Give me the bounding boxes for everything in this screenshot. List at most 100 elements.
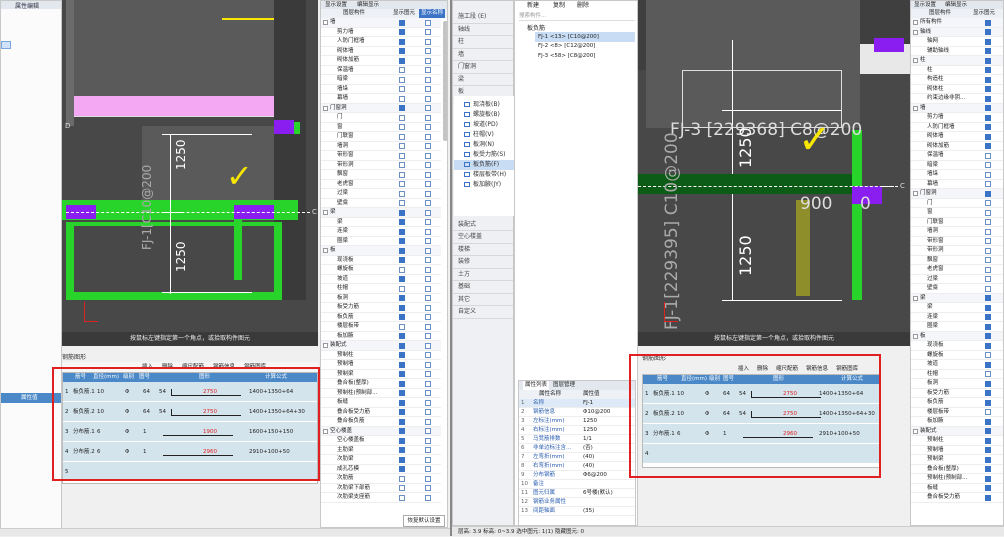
show-checkbox[interactable] [399, 124, 405, 130]
show-checkbox[interactable] [399, 162, 405, 168]
name-checkbox[interactable] [425, 95, 431, 102]
layer-item[interactable]: 带形洞 [911, 246, 1003, 256]
layer-item[interactable]: 坡道 [321, 275, 441, 284]
name-checkbox[interactable] [425, 399, 431, 406]
show-checkbox[interactable] [399, 228, 405, 235]
tree-item-fj1[interactable]: FJ-1 <13> [C10@200] [535, 32, 635, 42]
show-checkbox[interactable] [985, 304, 991, 311]
layer-item[interactable]: 剪力墙 [321, 28, 441, 37]
show-checkbox[interactable] [399, 19, 405, 26]
show-checkbox[interactable] [399, 57, 405, 64]
property-row[interactable]: 6 非单边标注含... (否) [519, 444, 635, 453]
layer-item[interactable]: 砌体柱 [911, 85, 1003, 94]
name-checkbox[interactable] [425, 209, 431, 216]
module-item[interactable]: 楼梯 [453, 244, 513, 256]
show-checkbox[interactable] [399, 114, 405, 121]
show-checkbox[interactable] [399, 67, 405, 73]
layer-item[interactable]: 墙垛 [911, 170, 1003, 180]
prop-value[interactable]: (否) [583, 444, 593, 453]
collapse-toggle-icon[interactable] [913, 191, 918, 196]
slab-tool-item[interactable]: 板加腋(JY) [454, 180, 514, 190]
show-checkbox[interactable] [399, 352, 405, 358]
layer-item[interactable]: 飘窗 [911, 256, 1003, 265]
show-checkbox[interactable] [985, 48, 991, 54]
show-checkbox[interactable] [399, 295, 405, 301]
property-row[interactable]: 10 备注 [519, 480, 635, 489]
show-checkbox[interactable] [399, 333, 405, 339]
insert-button-right[interactable]: 插入 [738, 364, 749, 374]
copy-button[interactable]: 复制 [553, 1, 565, 11]
layer-item[interactable]: 保温墙 [911, 151, 1003, 161]
table-row[interactable]: 2 板负筋.2 10 Φ 64 54 2750 1400+1350+64+30 [63, 402, 317, 422]
show-checkbox[interactable] [399, 190, 405, 197]
layer-item[interactable]: 预制柱(预制部... [911, 474, 1003, 484]
show-checkbox[interactable] [399, 409, 405, 415]
layer-item[interactable]: 构造柱 [911, 75, 1003, 85]
name-checkbox[interactable] [425, 314, 431, 320]
show-checkbox[interactable] [985, 418, 991, 425]
name-checkbox[interactable] [425, 304, 431, 311]
layer-item[interactable]: 坡道 [911, 360, 1003, 370]
table-row[interactable]: 5 [63, 462, 317, 482]
layer-item[interactable]: 板洞 [911, 379, 1003, 389]
property-row[interactable]: 9 分布钢筋 Φ6@200 [519, 471, 635, 480]
delete-button-right[interactable]: 删除 [757, 364, 768, 374]
layer-item[interactable]: 窗 [321, 123, 441, 132]
show-checkbox[interactable] [985, 380, 991, 387]
property-row[interactable]: 3 左标注(mm) 1250 [519, 417, 635, 426]
name-checkbox[interactable] [425, 437, 431, 444]
show-checkbox[interactable] [985, 447, 991, 453]
layer-item[interactable]: 砌体加筋 [911, 142, 1003, 151]
layer-scrollbar[interactable] [443, 21, 447, 141]
name-checkbox[interactable] [425, 124, 431, 130]
show-checkbox[interactable] [985, 200, 991, 206]
prop-value[interactable]: (40) [583, 462, 594, 471]
property-row[interactable]: 4 右标注(mm) 1250 [519, 426, 635, 435]
show-checkbox[interactable] [985, 38, 991, 45]
name-checkbox[interactable] [425, 200, 431, 206]
show-checkbox[interactable] [399, 38, 405, 45]
layer-item[interactable]: 暗梁 [911, 161, 1003, 170]
name-checkbox[interactable] [425, 409, 431, 415]
layer-item[interactable]: 现浇板 [911, 341, 1003, 351]
name-checkbox[interactable] [425, 190, 431, 197]
side-selected-item[interactable] [1, 41, 11, 49]
layer-item[interactable]: 墙洞 [321, 142, 441, 151]
delete-component-button[interactable]: 删除 [577, 1, 589, 11]
show-checkbox[interactable] [985, 105, 991, 111]
show-checkbox[interactable] [985, 485, 991, 491]
show-checkbox[interactable] [985, 399, 991, 406]
name-checkbox[interactable] [425, 485, 431, 491]
new-button[interactable]: 新建 [527, 1, 539, 11]
table-row[interactable]: 4 [643, 444, 879, 464]
show-checkbox[interactable] [399, 456, 405, 463]
layer-item[interactable]: 墙垛 [321, 85, 441, 94]
show-checkbox[interactable] [985, 295, 991, 301]
show-checkbox[interactable] [985, 247, 991, 254]
layer-item[interactable]: 预制柱(预制部... [321, 389, 441, 398]
property-row[interactable]: 12 钢筋业务属性 [519, 498, 635, 507]
show-checkbox[interactable] [985, 361, 991, 368]
show-checkbox[interactable] [399, 247, 405, 254]
show-checkbox[interactable] [399, 475, 405, 482]
rebar-library-button-right[interactable]: 钢筋图库 [836, 364, 858, 374]
layer-group[interactable]: 空心楼盖 [321, 426, 441, 436]
layer-item[interactable]: 板加腋 [321, 332, 441, 341]
show-checkbox[interactable] [399, 428, 405, 434]
slab-tool-item[interactable]: 板受力筋(S) [454, 150, 514, 160]
tab-display-settings[interactable]: 显示设置 [325, 1, 347, 9]
layer-item[interactable]: 辅助轴线 [911, 47, 1003, 56]
layer-item[interactable]: 剪力墙 [911, 113, 1003, 123]
layer-item[interactable]: 板缝 [321, 398, 441, 408]
collapse-toggle-icon[interactable] [913, 295, 918, 301]
module-item[interactable]: 自定义 [453, 306, 513, 319]
name-checkbox[interactable] [425, 494, 431, 501]
layer-item[interactable]: 连梁 [911, 313, 1003, 322]
layer-item[interactable]: 过梁 [911, 275, 1003, 284]
name-checkbox[interactable] [425, 57, 431, 64]
table-row[interactable]: 1 板负筋.1 10 Φ 64 54 2750 1400+1350+64 [643, 384, 879, 404]
layer-item[interactable]: 预制柱 [321, 351, 441, 360]
show-checkbox[interactable] [985, 323, 991, 330]
show-checkbox[interactable] [985, 409, 991, 415]
name-checkbox[interactable] [425, 285, 431, 292]
